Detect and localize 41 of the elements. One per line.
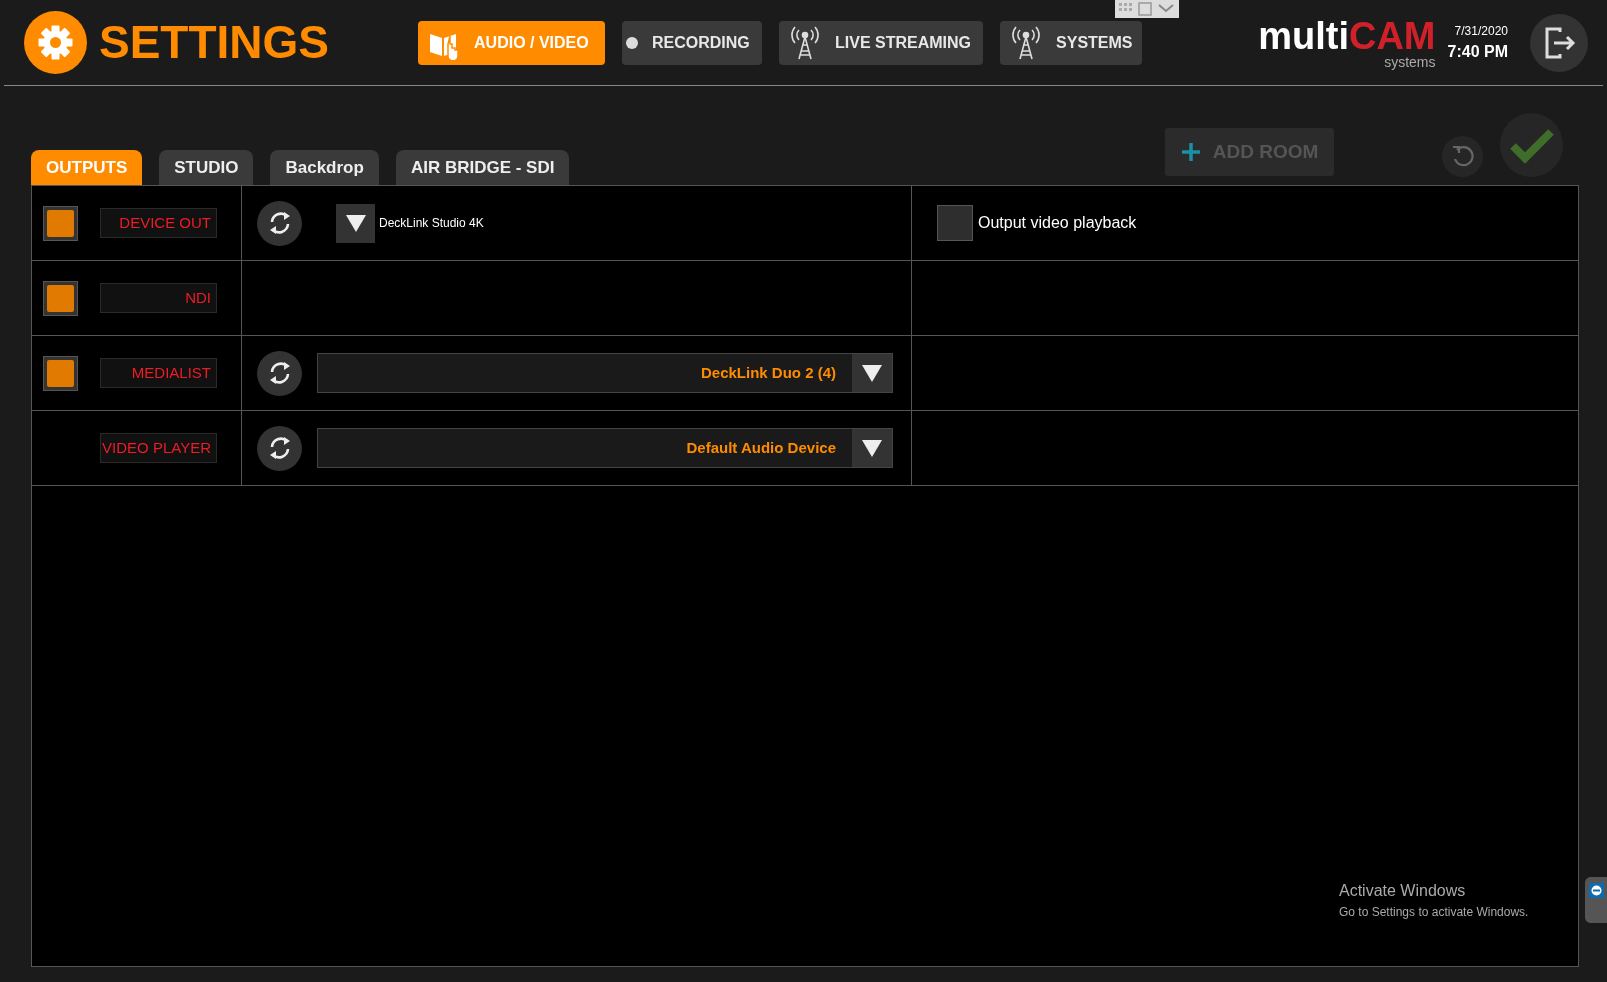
undo-button[interactable] [1442, 136, 1483, 177]
tab[interactable]: AIR BRIDGE - SDI [395, 150, 570, 185]
refresh-button[interactable] [257, 350, 302, 396]
dropdown-button[interactable] [336, 203, 375, 243]
nav-tab[interactable]: RECORDING [622, 20, 763, 65]
check-icon [1508, 126, 1555, 164]
tab[interactable]: STUDIO [159, 150, 254, 185]
checkbox[interactable] [937, 205, 973, 241]
device-name: DeckLink Studio 4K [379, 215, 484, 232]
date-text: 7/31/2020 [1454, 22, 1508, 40]
output-label: VIDEO PLAYER [100, 433, 217, 463]
gear-icon [24, 11, 87, 74]
checkbox[interactable] [43, 205, 78, 241]
checkbox-label: Output video playback [978, 213, 1137, 233]
refresh-button[interactable] [257, 200, 302, 246]
checkbox[interactable] [43, 280, 78, 316]
activation-title: Activate Windows [1339, 881, 1467, 901]
device-dropdown[interactable]: Default Audio Device [317, 428, 893, 468]
caret-icon [861, 437, 883, 459]
brand-logo-text: multi [1258, 16, 1349, 55]
remote-access-icon[interactable] [1585, 877, 1607, 923]
nav-tab[interactable]: LIVE STREAMING [779, 20, 984, 65]
page-title: SETTINGS [99, 15, 330, 70]
caret-icon [861, 362, 883, 384]
activation-text: Go to Settings to activate Windows. [1339, 904, 1529, 921]
caret-icon [344, 212, 367, 234]
antenna-icon [789, 25, 822, 60]
tab[interactable]: Backdrop [270, 150, 379, 185]
refresh-button[interactable] [257, 425, 302, 471]
dot-icon [626, 36, 639, 49]
time-text: 7:40 PM [1447, 41, 1508, 62]
output-label: NDI [100, 283, 217, 313]
brand-logo-text: CAM [1349, 16, 1436, 55]
antenna-icon [1010, 25, 1043, 60]
output-label: DEVICE OUT [100, 208, 217, 238]
output-label: MEDIALIST [100, 358, 217, 388]
plus-icon [1180, 142, 1201, 162]
device-dropdown[interactable]: DeckLink Duo 2 (4) [317, 353, 893, 393]
checkbox[interactable] [43, 355, 78, 391]
brand-tagline: systems [1383, 54, 1436, 69]
nav-tab[interactable]: SYSTEMS [1000, 20, 1143, 65]
